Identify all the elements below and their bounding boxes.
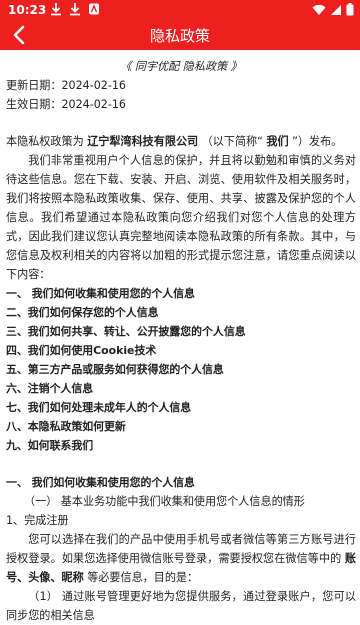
item-heading: 1、完成注册 [6, 514, 69, 527]
download-icon [70, 3, 80, 16]
policy-content: 《 同宇优配 隐私政策 》 更新日期：2024-02-16 生效日期：2024-… [6, 54, 356, 625]
company-name: 辽宁犁湾科技有限公司 [87, 135, 199, 148]
download-icon [51, 3, 61, 16]
toc-item-6: 六、注销个人信息 [6, 382, 94, 395]
section-heading: 一、 我们如何收集和使用您的个人信息 [6, 476, 195, 489]
registration-paragraph: 您可以选择在我们的产品中使用手机号或者微信等第三方账号进行授权登录。如果您选择使… [6, 533, 356, 584]
we-label: 我们 [266, 135, 289, 148]
notification-icons [50, 2, 100, 16]
battery-icon [346, 3, 354, 16]
toc-item-8: 八、本隐私政策如何更新 [6, 420, 126, 433]
app-bar: 隐私政策 [0, 20, 360, 50]
status-bar: 10:23 [0, 0, 360, 20]
app-notification-icon [89, 3, 99, 15]
overview-paragraph: 我们非常重视用户个人信息的保护，并且将以勤勉和审慎的义务对待这些信息。您在下载、… [6, 154, 356, 281]
toc-item-5: 五、第三方产品或服务如何获得您的个人信息 [6, 363, 224, 376]
effective-date: 生效日期：2024-02-16 [6, 98, 126, 111]
toc-item-3: 三、我们如何共享、转让、公开披露您的个人信息 [6, 325, 246, 338]
updated-date: 更新日期：2024-02-16 [6, 79, 126, 92]
purpose-paragraph: （1） 通过账号管理更好地为您提供服务，通过登录账户，您可以同步您的相关信息 [6, 590, 356, 622]
toc-item-1: 一、 我们如何收集和使用您的个人信息 [6, 287, 195, 300]
toc-item-2: 二、我们如何保存您的个人信息 [6, 306, 159, 319]
status-time: 10:23 [8, 3, 47, 17]
toc-item-7: 七、我们如何处理未成年人的个人信息 [6, 401, 192, 414]
signal-icon [331, 4, 341, 15]
intro-paragraph: 本隐私权政策为 辽宁犁湾科技有限公司 （以下简称“ 我们 ”）发布。 [6, 135, 343, 148]
toc-item-9: 九、如何联系我们 [6, 439, 94, 452]
subsection-heading: （一） 基本业务功能中我们收集和使用您个人信息的情形 [24, 495, 305, 508]
document-title: 《 同宇优配 隐私政策 》 [120, 60, 242, 73]
toc-item-4: 四、我们如何使用Cookie技术 [6, 344, 157, 357]
wifi-icon [312, 4, 326, 15]
page-title: 隐私政策 [149, 27, 210, 45]
status-right-icons [312, 3, 354, 16]
